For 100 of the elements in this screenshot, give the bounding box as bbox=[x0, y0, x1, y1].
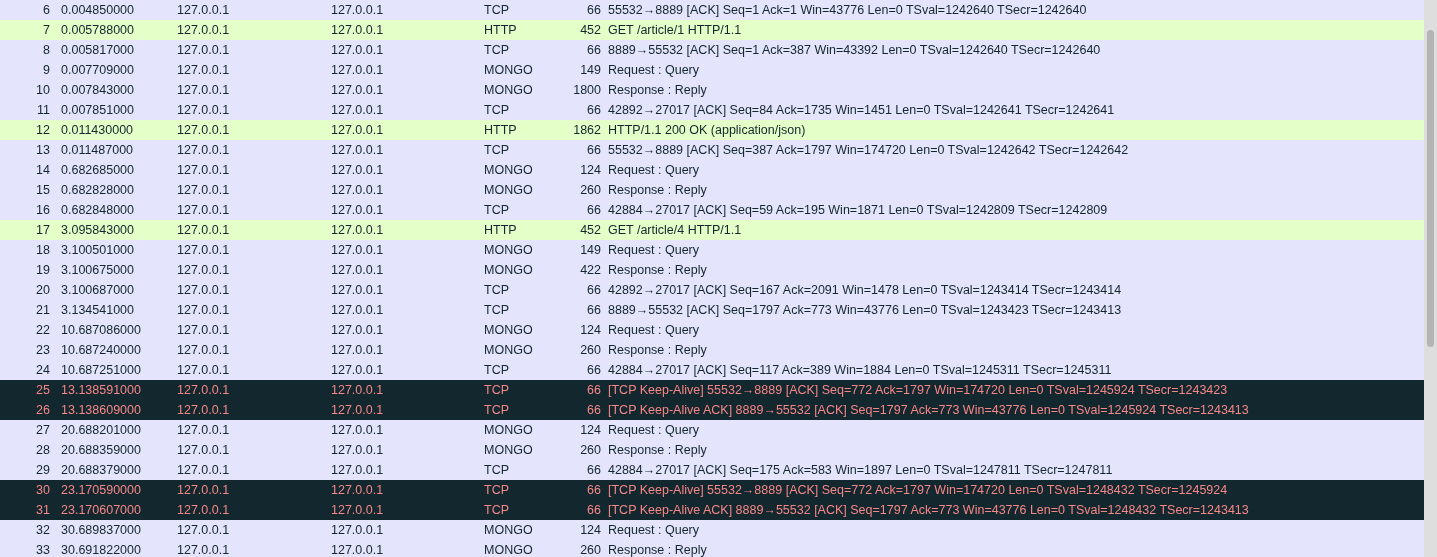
packet-row[interactable]: 30 23.170590000 127.0.0.1 127.0.0.1 TCP 66 [TCP Keep-Alive] 55532→8889 [ACK] Seq=772 Ack=1797 Win=174720 Len=0 TSval=1248432 TSecr=1245924 bbox=[0, 480, 1424, 500]
destination-address: 127.0.0.1 bbox=[331, 182, 385, 199]
packet-info: 55532→8889 [ACK] Seq=387 Ack=1797 Win=174720 Len=0 TSval=1242642 TSecr=1242642 bbox=[607, 142, 1129, 159]
protocol-name: MONGO bbox=[484, 82, 534, 99]
packet-time: 13.138609000 bbox=[60, 402, 142, 419]
packet-number: 22 bbox=[35, 322, 50, 339]
packet-row[interactable]: 32 30.689837000 127.0.0.1 127.0.0.1 MONGO 124 Request : Query bbox=[0, 520, 1424, 540]
packet-length: 66 bbox=[586, 2, 601, 19]
packet-info: Request : Query bbox=[607, 242, 699, 259]
destination-address: 127.0.0.1 bbox=[331, 302, 385, 319]
packet-time: 3.100675000 bbox=[60, 262, 135, 279]
destination-address: 127.0.0.1 bbox=[331, 382, 385, 399]
packet-row[interactable]: 19 3.100675000 127.0.0.1 127.0.0.1 MONGO 422 Response : Reply bbox=[0, 260, 1424, 280]
packet-length: 66 bbox=[586, 142, 601, 159]
packet-info: Response : Reply bbox=[607, 342, 707, 359]
protocol-name: MONGO bbox=[484, 162, 534, 179]
packet-number: 17 bbox=[35, 222, 50, 239]
protocol-name: TCP bbox=[484, 502, 510, 519]
source-address: 127.0.0.1 bbox=[177, 142, 231, 159]
packet-row[interactable]: 10 0.007843000 127.0.0.1 127.0.0.1 MONGO 1800 Response : Reply bbox=[0, 80, 1424, 100]
packet-time: 20.688201000 bbox=[60, 422, 142, 439]
packet-row[interactable]: 7 0.005788000 127.0.0.1 127.0.0.1 HTTP 452 GET /article/1 HTTP/1.1 bbox=[0, 20, 1424, 40]
packet-row[interactable]: 12 0.011430000 127.0.0.1 127.0.0.1 HTTP 1862 HTTP/1.1 200 OK (application/json) bbox=[0, 120, 1424, 140]
packet-length: 149 bbox=[579, 242, 601, 259]
packet-length: 260 bbox=[579, 442, 601, 459]
packet-length: 66 bbox=[586, 482, 601, 499]
source-address: 127.0.0.1 bbox=[177, 542, 231, 557]
packet-row[interactable]: 25 13.138591000 127.0.0.1 127.0.0.1 TCP 66 [TCP Keep-Alive] 55532→8889 [ACK] Seq=772 Ack=1797 Win=174720 Len=0 TSval=1245924 TSecr=1243423 bbox=[0, 380, 1424, 400]
packet-row[interactable]: 28 20.688359000 127.0.0.1 127.0.0.1 MONGO 260 Response : Reply bbox=[0, 440, 1424, 460]
packet-info: 8889→55532 [ACK] Seq=1 Ack=387 Win=43392 Len=0 TSval=1242640 TSecr=1242640 bbox=[607, 42, 1101, 59]
packet-number: 24 bbox=[35, 362, 50, 379]
packet-info: Request : Query bbox=[607, 422, 699, 439]
packet-number: 27 bbox=[35, 422, 50, 439]
packet-length: 66 bbox=[586, 202, 601, 219]
protocol-name: MONGO bbox=[484, 242, 534, 259]
packet-time: 0.004850000 bbox=[60, 2, 135, 19]
packet-time: 30.691822000 bbox=[60, 542, 142, 557]
packet-row[interactable]: 23 10.687240000 127.0.0.1 127.0.0.1 MONGO 260 Response : Reply bbox=[0, 340, 1424, 360]
packet-time: 3.100687000 bbox=[60, 282, 135, 299]
scrollbar[interactable] bbox=[1424, 0, 1437, 557]
packet-number: 23 bbox=[35, 342, 50, 359]
packet-number: 26 bbox=[35, 402, 50, 419]
packet-length: 149 bbox=[579, 62, 601, 79]
packet-row[interactable]: 17 3.095843000 127.0.0.1 127.0.0.1 HTTP 452 GET /article/4 HTTP/1.1 bbox=[0, 220, 1424, 240]
destination-address: 127.0.0.1 bbox=[331, 2, 385, 19]
packet-row[interactable]: 20 3.100687000 127.0.0.1 127.0.0.1 TCP 66 42892→27017 [ACK] Seq=167 Ack=2091 Win=1478 Len=0 TSval=1243414 TSecr=1243414 bbox=[0, 280, 1424, 300]
source-address: 127.0.0.1 bbox=[177, 362, 231, 379]
packet-row[interactable]: 13 0.011487000 127.0.0.1 127.0.0.1 TCP 66 55532→8889 [ACK] Seq=387 Ack=1797 Win=174720 Len=0 TSval=1242642 TSecr=1242642 bbox=[0, 140, 1424, 160]
packet-info: Response : Reply bbox=[607, 262, 707, 279]
packet-row[interactable]: 26 13.138609000 127.0.0.1 127.0.0.1 TCP 66 [TCP Keep-Alive ACK] 8889→55532 [ACK] Seq=1797 Ack=773 Win=43776 Len=0 TSval=1245924 TSecr=1243413 bbox=[0, 400, 1424, 420]
scrollbar-thumb[interactable] bbox=[1427, 30, 1434, 347]
packet-length: 66 bbox=[586, 282, 601, 299]
source-address: 127.0.0.1 bbox=[177, 302, 231, 319]
packet-length: 422 bbox=[579, 262, 601, 279]
packet-row[interactable]: 33 30.691822000 127.0.0.1 127.0.0.1 MONGO 260 Response : Reply bbox=[0, 540, 1424, 557]
packet-time: 10.687251000 bbox=[60, 362, 142, 379]
protocol-name: MONGO bbox=[484, 182, 534, 199]
packet-number: 25 bbox=[35, 382, 50, 399]
packet-number: 15 bbox=[35, 182, 50, 199]
packet-row[interactable]: 21 3.134541000 127.0.0.1 127.0.0.1 TCP 66 8889→55532 [ACK] Seq=1797 Ack=773 Win=43776 Len=0 TSval=1243423 TSecr=1243413 bbox=[0, 300, 1424, 320]
packet-row[interactable]: 15 0.682828000 127.0.0.1 127.0.0.1 MONGO 260 Response : Reply bbox=[0, 180, 1424, 200]
packet-info: 8889→55532 [ACK] Seq=1797 Ack=773 Win=43776 Len=0 TSval=1243423 TSecr=1243413 bbox=[607, 302, 1122, 319]
packet-row[interactable]: 14 0.682685000 127.0.0.1 127.0.0.1 MONGO 124 Request : Query bbox=[0, 160, 1424, 180]
packet-row[interactable]: 18 3.100501000 127.0.0.1 127.0.0.1 MONGO 149 Request : Query bbox=[0, 240, 1424, 260]
destination-address: 127.0.0.1 bbox=[331, 222, 385, 239]
packet-number: 13 bbox=[35, 142, 50, 159]
destination-address: 127.0.0.1 bbox=[331, 522, 385, 539]
packet-row[interactable]: 27 20.688201000 127.0.0.1 127.0.0.1 MONGO 124 Request : Query bbox=[0, 420, 1424, 440]
packet-row[interactable]: 9 0.007709000 127.0.0.1 127.0.0.1 MONGO 149 Request : Query bbox=[0, 60, 1424, 80]
packet-info: Request : Query bbox=[607, 522, 699, 539]
destination-address: 127.0.0.1 bbox=[331, 162, 385, 179]
destination-address: 127.0.0.1 bbox=[331, 542, 385, 557]
packet-number: 33 bbox=[35, 542, 50, 557]
packet-time: 0.011487000 bbox=[60, 142, 135, 159]
packet-number: 31 bbox=[35, 502, 50, 519]
protocol-name: TCP bbox=[484, 202, 510, 219]
destination-address: 127.0.0.1 bbox=[331, 442, 385, 459]
source-address: 127.0.0.1 bbox=[177, 502, 231, 519]
packet-row[interactable]: 31 23.170607000 127.0.0.1 127.0.0.1 TCP 66 [TCP Keep-Alive ACK] 8889→55532 [ACK] Seq=1797 Ack=773 Win=43776 Len=0 TSval=1248432 TSecr=1243413 bbox=[0, 500, 1424, 520]
destination-address: 127.0.0.1 bbox=[331, 482, 385, 499]
packet-info: Request : Query bbox=[607, 162, 699, 179]
packet-row[interactable]: 8 0.005817000 127.0.0.1 127.0.0.1 TCP 66 8889→55532 [ACK] Seq=1 Ack=387 Win=43392 Len=0 TSval=1242640 TSecr=1242640 bbox=[0, 40, 1424, 60]
source-address: 127.0.0.1 bbox=[177, 382, 231, 399]
packet-info: [TCP Keep-Alive] 55532→8889 [ACK] Seq=772 Ack=1797 Win=174720 Len=0 TSval=1248432 TSecr=1245924 bbox=[607, 482, 1228, 499]
packet-row[interactable]: 29 20.688379000 127.0.0.1 127.0.0.1 TCP 66 42884→27017 [ACK] Seq=175 Ack=583 Win=1897 Len=0 TSval=1247811 TSecr=1247811 bbox=[0, 460, 1424, 480]
protocol-name: TCP bbox=[484, 42, 510, 59]
packet-row[interactable]: 6 0.004850000 127.0.0.1 127.0.0.1 TCP 66 55532→8889 [ACK] Seq=1 Ack=1 Win=43776 Len=0 TSval=1242640 TSecr=1242640 bbox=[0, 0, 1424, 20]
packet-info: HTTP/1.1 200 OK (application/json) bbox=[607, 122, 806, 139]
packet-number: 11 bbox=[36, 102, 50, 119]
packet-row[interactable]: 11 0.007851000 127.0.0.1 127.0.0.1 TCP 66 42892→27017 [ACK] Seq=84 Ack=1735 Win=1451 Len=0 TSval=1242641 TSecr=1242641 bbox=[0, 100, 1424, 120]
packet-info: 55532→8889 [ACK] Seq=1 Ack=1 Win=43776 Len=0 TSval=1242640 TSecr=1242640 bbox=[607, 2, 1087, 19]
source-address: 127.0.0.1 bbox=[177, 262, 231, 279]
packet-row[interactable]: 22 10.687086000 127.0.0.1 127.0.0.1 MONGO 124 Request : Query bbox=[0, 320, 1424, 340]
packet-info: Response : Reply bbox=[607, 542, 707, 557]
packet-row[interactable]: 24 10.687251000 127.0.0.1 127.0.0.1 TCP 66 42884→27017 [ACK] Seq=117 Ack=389 Win=1884 Len=0 TSval=1245311 TSecr=1245311 bbox=[0, 360, 1424, 380]
packet-number: 14 bbox=[35, 162, 50, 179]
packet-info: Response : Reply bbox=[607, 182, 707, 199]
packet-row[interactable]: 16 0.682848000 127.0.0.1 127.0.0.1 TCP 66 42884→27017 [ACK] Seq=59 Ack=195 Win=1871 Len=0 TSval=1242809 TSecr=1242809 bbox=[0, 200, 1424, 220]
protocol-name: MONGO bbox=[484, 262, 534, 279]
packet-number: 29 bbox=[35, 462, 50, 479]
